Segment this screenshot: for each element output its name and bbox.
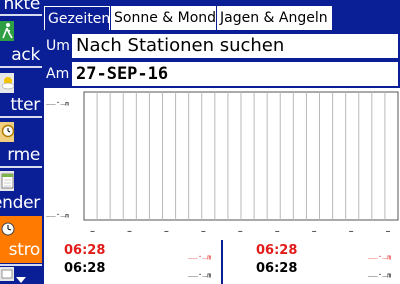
graph-x-tick: – (90, 226, 95, 237)
tab-bar: Gezeiten Sonne & Mond Jagen & Angeln (44, 6, 400, 30)
tide-time-low: 06:28 (64, 261, 106, 276)
calendar-icon (0, 171, 14, 191)
tide-height-low: __._m (368, 268, 392, 280)
column-divider (221, 240, 223, 284)
tab-sonne-mond[interactable]: Sonne & Mond (110, 6, 216, 30)
graph-x-tick: – (201, 226, 206, 237)
tide-height-low: __._m (188, 268, 212, 280)
location-field[interactable]: Nach Stationen suchen (72, 34, 398, 58)
graph-x-tick: – (349, 226, 354, 237)
tide-time-high: 06:28 (256, 243, 298, 258)
tide-height-high: __._m (188, 250, 212, 262)
date-row: Am 27-SEP-16 (44, 60, 400, 88)
hiker-icon (0, 21, 14, 41)
sidebar-divider (0, 116, 42, 118)
tide-times-table: 06:28 __._m 06:28 __._m 06:28 __._m 06:2… (44, 240, 400, 284)
tide-times-column: 06:28 __._m 06:28 __._m (236, 240, 400, 284)
sidebar-divider (0, 66, 42, 68)
sidebar-item-label: ender (0, 193, 40, 213)
sidebar-item-track[interactable]: ack (0, 17, 42, 65)
sidebar-item-label: nkte (3, 0, 40, 14)
sidebar-item-label: ack (11, 45, 40, 65)
date-label: Am (46, 66, 70, 82)
tide-time-low: 06:28 (256, 261, 298, 276)
tide-graph: __._m __._m – – – – – – – – – (44, 88, 400, 240)
graph-grid: – – – – – – – – – (83, 91, 399, 237)
graph-x-tick: – (386, 226, 391, 237)
next-app-icon (0, 267, 14, 281)
graph-x-tick: – (164, 226, 169, 237)
weather-icon (0, 73, 15, 93)
sidebar-item-wetter[interactable]: tter (0, 69, 42, 116)
tide-times-column: 06:28 __._m 06:28 __._m (44, 240, 219, 284)
astro-clock-icon (1, 222, 15, 236)
tide-height-high: __._m (368, 250, 392, 262)
sidebar-item-punkte[interactable]: nkte (0, 0, 42, 14)
graph-x-tick: – (238, 226, 243, 237)
sidebar-item-label: tter (10, 95, 40, 115)
sidebar-item-kalender[interactable]: ender (0, 169, 42, 216)
tide-time-high: 06:28 (64, 243, 106, 258)
location-row: Um Nach Stationen suchen (44, 32, 400, 60)
sidebar-divider (0, 14, 42, 16)
tab-gezeiten[interactable]: Gezeiten (44, 6, 110, 30)
alarm-clock-icon (0, 122, 15, 142)
sidebar-divider (0, 166, 42, 168)
graph-x-tick: – (275, 226, 280, 237)
location-label: Um (46, 38, 70, 54)
graph-x-tick: – (312, 226, 317, 237)
main-panel: Gezeiten Sonne & Mond Jagen & Angeln Um … (44, 0, 400, 284)
sidebar-item-alarme[interactable]: rme (0, 119, 42, 166)
graph-x-tick: – (127, 226, 132, 237)
sidebar-divider (0, 264, 42, 266)
sidebar: nkte ack tter rme nder stro (0, 0, 42, 284)
date-field[interactable]: 27-SEP-16 (72, 62, 398, 86)
tab-jagen-angeln[interactable]: Jagen & Angeln (216, 6, 332, 30)
scroll-down-arrow-icon[interactable] (16, 277, 26, 283)
sidebar-item-astro[interactable]: stro (0, 216, 42, 263)
sidebar-item-label: stro (8, 240, 41, 260)
sidebar-item-label: rme (7, 145, 40, 165)
